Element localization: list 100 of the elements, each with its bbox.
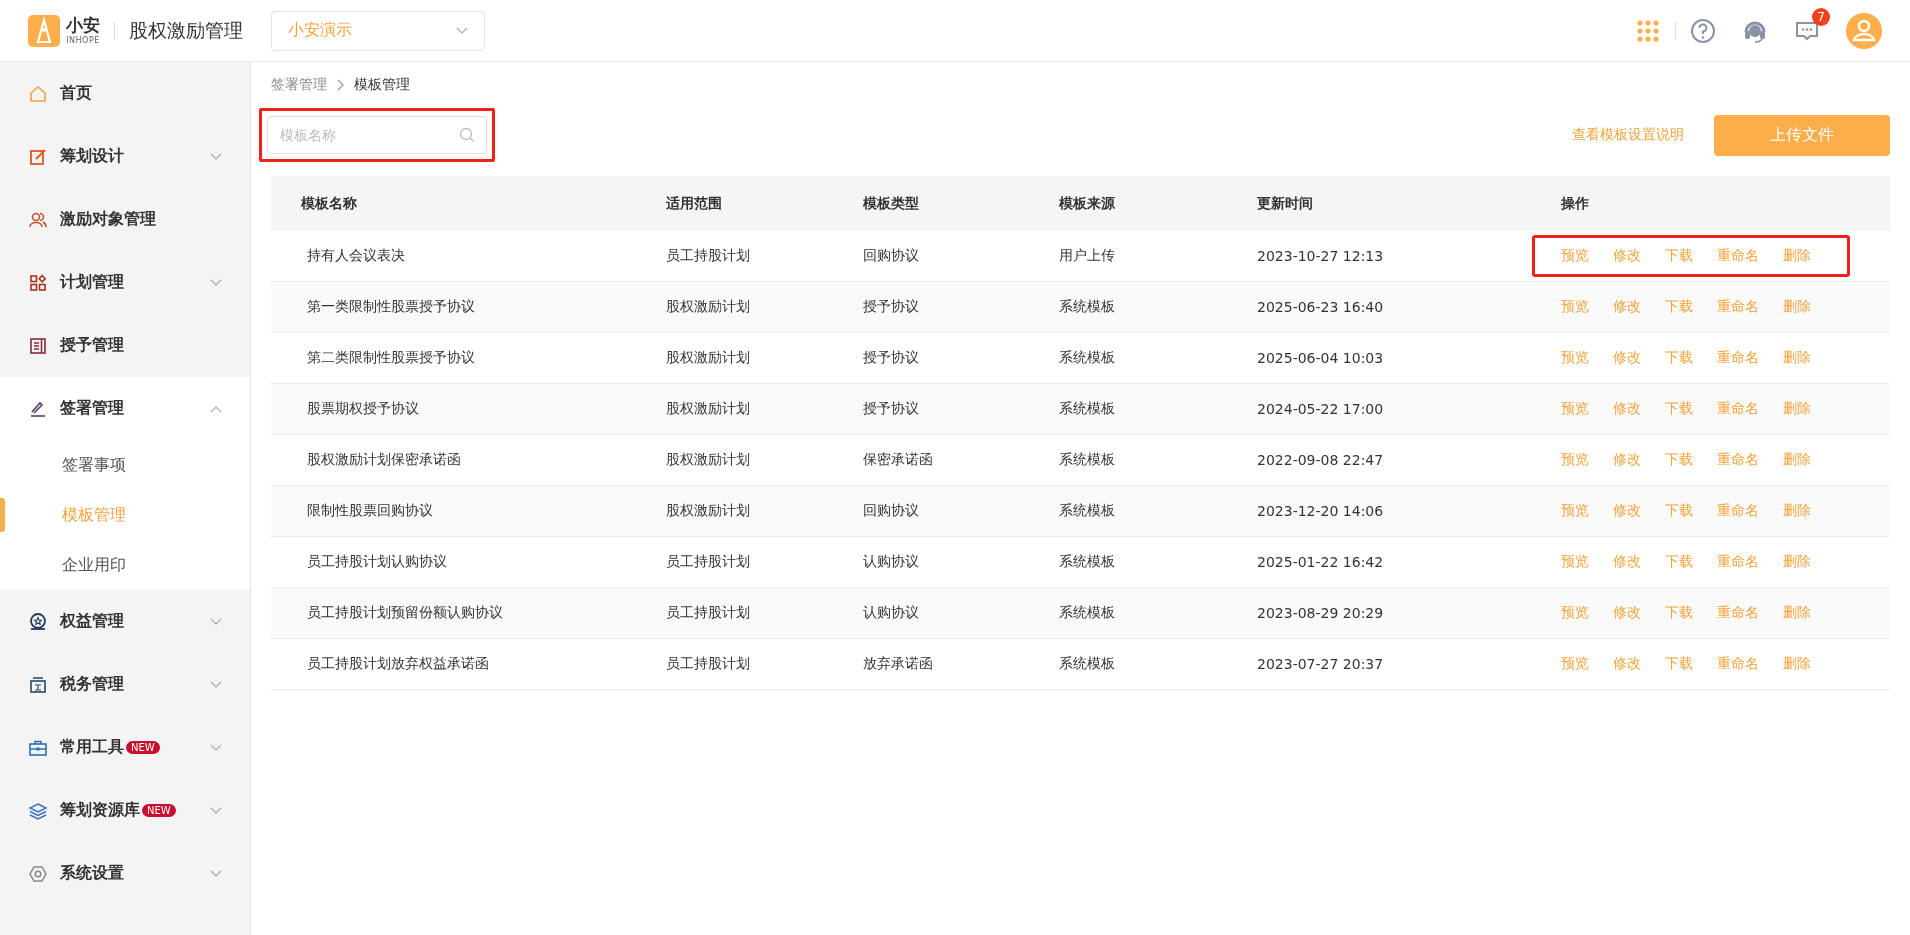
table-cell: 回购协议 bbox=[863, 502, 919, 518]
sidebar-item[interactable]: 常用工具 NEW bbox=[0, 716, 250, 779]
action-link[interactable]: 修改 bbox=[1613, 298, 1641, 316]
action-link[interactable]: 删除 bbox=[1783, 451, 1811, 469]
breadcrumb-item[interactable]: 签署管理 bbox=[271, 76, 327, 94]
action-link[interactable]: 修改 bbox=[1613, 247, 1641, 265]
sidebar-item[interactable]: 权益管理 bbox=[0, 590, 250, 653]
sidebar-subitem[interactable]: 企业用印 bbox=[0, 540, 250, 590]
action-link[interactable]: 预览 bbox=[1561, 604, 1589, 622]
action-link[interactable]: 修改 bbox=[1613, 655, 1641, 673]
action-link[interactable]: 预览 bbox=[1561, 451, 1589, 469]
action-link[interactable]: 重命名 bbox=[1717, 298, 1759, 316]
column-header: 更新时间 bbox=[1257, 176, 1561, 231]
grid-icon bbox=[28, 272, 48, 293]
book-icon bbox=[28, 335, 48, 356]
table-cell: 股权激励计划 bbox=[666, 298, 750, 314]
action-link[interactable]: 预览 bbox=[1561, 349, 1589, 367]
column-header: 模板名称 bbox=[271, 176, 666, 231]
action-link[interactable]: 重命名 bbox=[1717, 502, 1759, 520]
sidebar-subitem[interactable]: 模板管理 bbox=[0, 490, 250, 540]
action-link[interactable]: 修改 bbox=[1613, 604, 1641, 622]
action-link[interactable]: 重命名 bbox=[1717, 655, 1759, 673]
sidebar-item[interactable]: 首页 bbox=[0, 62, 250, 125]
sidebar-item[interactable]: 系统设置 bbox=[0, 842, 250, 905]
action-link[interactable]: 预览 bbox=[1561, 553, 1589, 571]
action-link[interactable]: 下载 bbox=[1665, 502, 1693, 520]
search-field[interactable]: 模板名称 bbox=[267, 116, 487, 154]
table-cell: 2023-08-29 20:29 bbox=[1257, 605, 1384, 621]
action-link[interactable]: 预览 bbox=[1561, 502, 1589, 520]
action-link[interactable]: 重命名 bbox=[1717, 553, 1759, 571]
app-title: 股权激励管理 bbox=[129, 17, 243, 43]
action-link[interactable]: 下载 bbox=[1665, 451, 1693, 469]
action-link[interactable]: 预览 bbox=[1561, 400, 1589, 418]
apps-grid-icon[interactable] bbox=[1635, 17, 1661, 44]
action-link[interactable]: 重命名 bbox=[1717, 451, 1759, 469]
action-link[interactable]: 删除 bbox=[1783, 349, 1811, 367]
table-cell: 系统模板 bbox=[1059, 604, 1115, 620]
action-link[interactable]: 重命名 bbox=[1717, 247, 1759, 265]
sidebar-item[interactable]: 签署管理 bbox=[0, 377, 250, 440]
chevron-icon bbox=[210, 278, 222, 287]
sidebar-subitem[interactable]: 签署事项 bbox=[0, 440, 250, 490]
action-link[interactable]: 重命名 bbox=[1717, 400, 1759, 418]
search-icon[interactable] bbox=[459, 127, 475, 143]
logo-icon bbox=[28, 14, 60, 47]
action-link[interactable]: 修改 bbox=[1613, 451, 1641, 469]
action-link[interactable]: 修改 bbox=[1613, 400, 1641, 418]
action-link[interactable]: 删除 bbox=[1783, 247, 1811, 265]
action-link[interactable]: 下载 bbox=[1665, 604, 1693, 622]
sidebar-item[interactable]: 筹划资源库 NEW bbox=[0, 779, 250, 842]
table-cell: 系统模板 bbox=[1059, 655, 1115, 671]
table-cell: 回购协议 bbox=[863, 247, 919, 263]
action-link[interactable]: 删除 bbox=[1783, 298, 1811, 316]
sidebar-item[interactable]: 激励对象管理 bbox=[0, 188, 250, 251]
table-cell: 授予协议 bbox=[863, 349, 919, 365]
action-link[interactable]: 下载 bbox=[1665, 349, 1693, 367]
action-link[interactable]: 修改 bbox=[1613, 502, 1641, 520]
chevron-icon bbox=[210, 617, 222, 626]
table-cell: 股权激励计划 bbox=[666, 400, 750, 416]
action-link[interactable]: 下载 bbox=[1665, 655, 1693, 673]
new-badge: NEW bbox=[126, 741, 160, 754]
sidebar-item-label: 常用工具 bbox=[60, 737, 124, 758]
sidebar-item-label: 授予管理 bbox=[60, 335, 124, 356]
sidebar-item[interactable]: 筹划设计 bbox=[0, 125, 250, 188]
table-cell: 认购协议 bbox=[863, 553, 919, 569]
action-link[interactable]: 下载 bbox=[1665, 553, 1693, 571]
action-link[interactable]: 下载 bbox=[1665, 247, 1693, 265]
company-select[interactable]: 小安演示 bbox=[271, 10, 485, 51]
column-header: 模板来源 bbox=[1059, 176, 1257, 231]
action-link[interactable]: 预览 bbox=[1561, 247, 1589, 265]
table-cell: 系统模板 bbox=[1059, 298, 1115, 314]
action-link[interactable]: 重命名 bbox=[1717, 604, 1759, 622]
action-link[interactable]: 修改 bbox=[1613, 349, 1641, 367]
table-cell: 持有人会议表决 bbox=[307, 247, 405, 263]
table-cell: 系统模板 bbox=[1059, 553, 1115, 569]
sidebar-item-label: 首页 bbox=[60, 83, 92, 104]
action-link[interactable]: 预览 bbox=[1561, 298, 1589, 316]
action-link[interactable]: 删除 bbox=[1783, 655, 1811, 673]
table-cell: 2025-01-22 16:42 bbox=[1257, 554, 1384, 570]
action-link[interactable]: 删除 bbox=[1783, 553, 1811, 571]
sidebar-item[interactable]: 授予管理 bbox=[0, 314, 250, 377]
chevron-icon bbox=[210, 806, 222, 815]
action-link[interactable]: 删除 bbox=[1783, 400, 1811, 418]
action-link[interactable]: 下载 bbox=[1665, 298, 1693, 316]
chevron-icon bbox=[210, 869, 222, 878]
table-cell: 2023-10-27 12:13 bbox=[1257, 248, 1384, 264]
sidebar-item[interactable]: 税务管理 bbox=[0, 653, 250, 716]
help-icon[interactable] bbox=[1690, 17, 1716, 44]
table-cell: 员工持股计划 bbox=[666, 247, 750, 263]
table-cell: 保密承诺函 bbox=[863, 451, 933, 467]
action-link[interactable]: 删除 bbox=[1783, 502, 1811, 520]
action-link[interactable]: 删除 bbox=[1783, 604, 1811, 622]
action-link[interactable]: 预览 bbox=[1561, 655, 1589, 673]
upload-button[interactable]: 上传文件 bbox=[1714, 114, 1890, 156]
action-link[interactable]: 重命名 bbox=[1717, 349, 1759, 367]
help-link[interactable]: 查看模板设置说明 bbox=[1572, 126, 1684, 144]
action-link[interactable]: 修改 bbox=[1613, 553, 1641, 571]
avatar-icon[interactable] bbox=[1846, 12, 1882, 49]
sidebar-item[interactable]: 计划管理 bbox=[0, 251, 250, 314]
action-link[interactable]: 下载 bbox=[1665, 400, 1693, 418]
new-badge: NEW bbox=[142, 804, 176, 817]
